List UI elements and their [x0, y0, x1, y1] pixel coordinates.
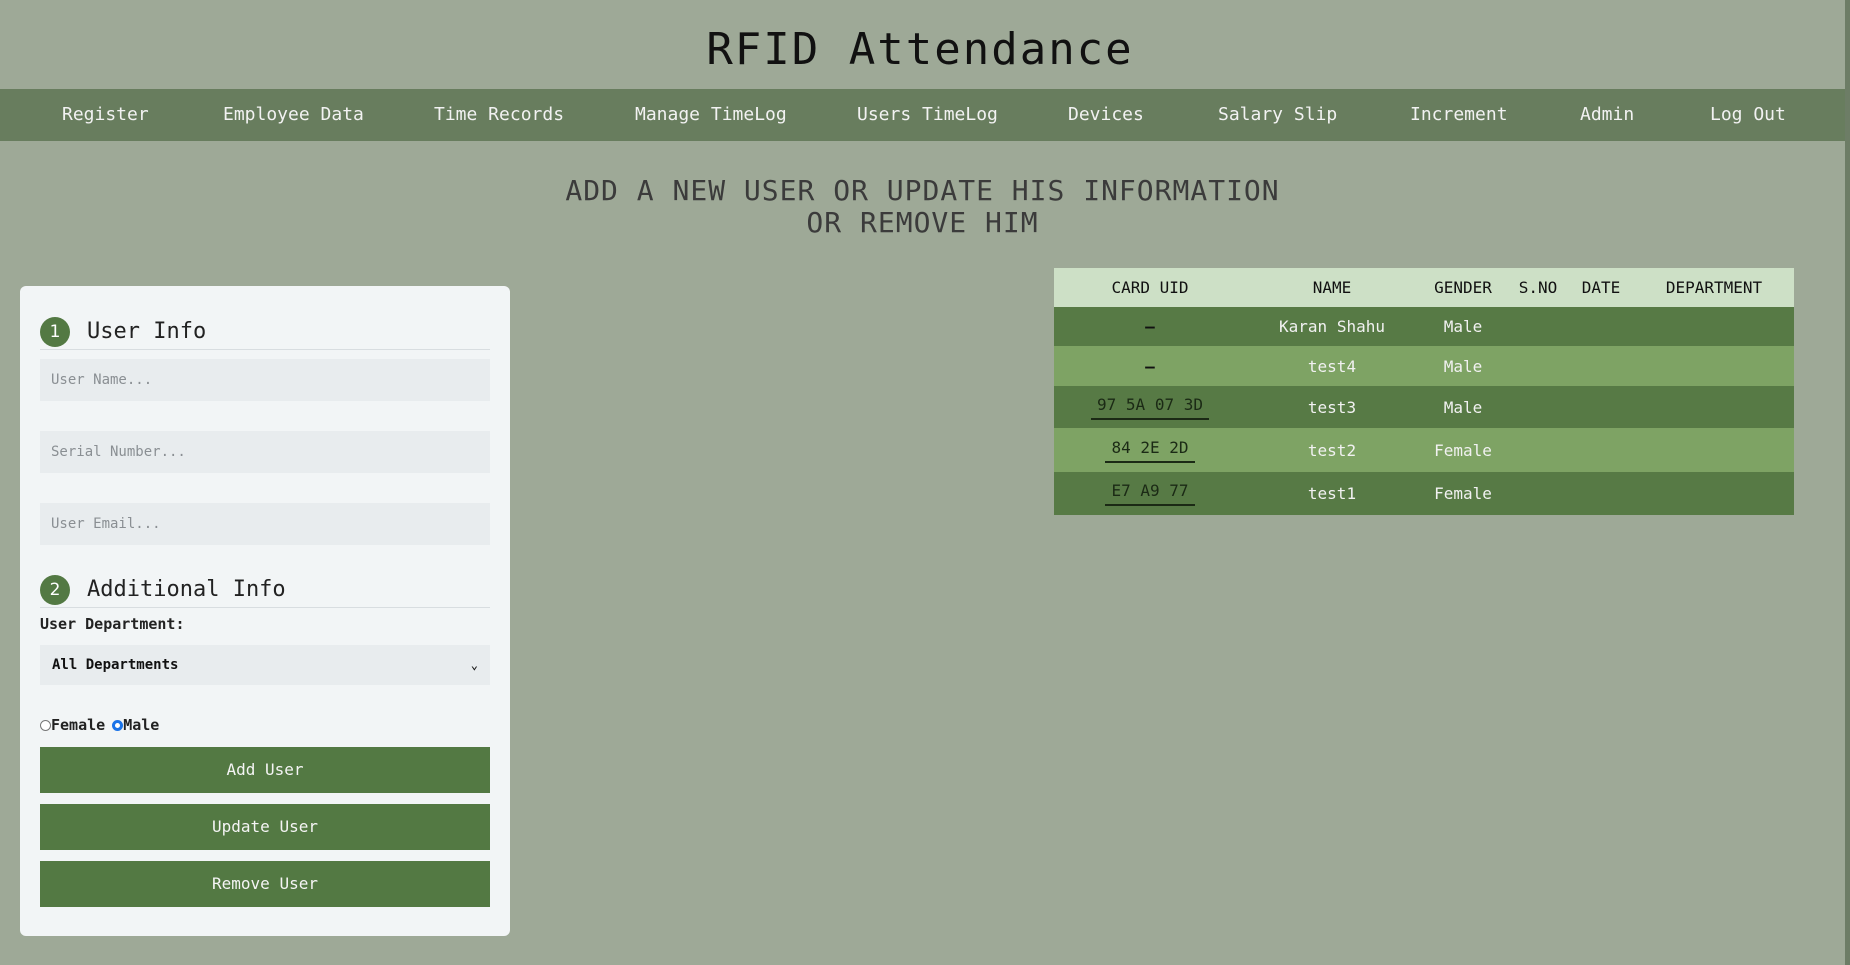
user-info-section-header: 1 User Info [40, 317, 490, 350]
gender-cell: Male [1418, 307, 1508, 346]
chevron-down-icon: ⌄ [470, 658, 478, 672]
gender-cell: Female [1418, 472, 1508, 515]
additional-info-section-header: 2 Additional Info [40, 575, 490, 608]
department-cell [1634, 428, 1794, 472]
nav-item-increment[interactable]: Increment [1410, 104, 1508, 125]
card-uid-cell: — [1054, 307, 1246, 346]
sno-cell [1508, 307, 1568, 346]
serial-number-input[interactable] [40, 431, 490, 473]
column-header-department: DEPARTMENT [1634, 268, 1794, 307]
department-cell [1634, 386, 1794, 428]
table-row[interactable]: — Karan Shahu Male [1054, 307, 1794, 346]
nav-item-register[interactable]: Register [62, 104, 149, 125]
department-selected-value: All Departments [52, 657, 179, 673]
card-uid-cell: E7 A9 77 [1054, 472, 1246, 515]
nav-item-manage-timelog[interactable]: Manage TimeLog [635, 104, 787, 125]
nav-item-salary-slip[interactable]: Salary Slip [1218, 104, 1337, 125]
user-email-input[interactable] [40, 503, 490, 545]
nav-item-admin[interactable]: Admin [1580, 104, 1634, 125]
gender-male-label: Male [123, 716, 160, 734]
nav-item-users-timelog[interactable]: Users TimeLog [857, 104, 998, 125]
name-cell: test3 [1246, 386, 1418, 428]
column-header-sno: S.NO [1508, 268, 1568, 307]
date-cell [1568, 307, 1634, 346]
card-uid-value: 97 5A 07 3D [1091, 395, 1209, 420]
date-cell [1568, 386, 1634, 428]
table-row[interactable]: — test4 Male [1054, 346, 1794, 386]
main-navbar: Register Employee Data Time Records Mana… [0, 89, 1845, 141]
department-label: User Department: [40, 615, 185, 633]
column-header-card-uid: CARD UID [1054, 268, 1246, 307]
gender-cell: Male [1418, 386, 1508, 428]
nav-item-devices[interactable]: Devices [1068, 104, 1144, 125]
page: RFID Attendance Register Employee Data T… [0, 0, 1850, 965]
date-cell [1568, 346, 1634, 386]
card-uid-value: E7 A9 77 [1105, 481, 1195, 506]
nav-item-time-records[interactable]: Time Records [434, 104, 564, 125]
name-cell: test4 [1246, 346, 1418, 386]
sno-cell [1508, 428, 1568, 472]
name-cell: Karan Shahu [1246, 307, 1418, 346]
card-uid-value: 84 2E 2D [1105, 438, 1195, 463]
name-cell: test1 [1246, 472, 1418, 515]
nav-item-logout[interactable]: Log Out [1710, 104, 1786, 125]
page-heading: ADD A NEW USER OR UPDATE HIS INFORMATION… [0, 175, 1845, 239]
department-cell [1634, 472, 1794, 515]
date-cell [1568, 428, 1634, 472]
gender-radio-group: Female Male [40, 716, 159, 734]
table-row[interactable]: 97 5A 07 3D test3 Male [1054, 386, 1794, 428]
gender-cell: Male [1418, 346, 1508, 386]
card-uid-cell: — [1054, 346, 1246, 386]
app-title: RFID Attendance [706, 24, 1134, 75]
card-uid-cell: 97 5A 07 3D [1054, 386, 1246, 428]
name-cell: test2 [1246, 428, 1418, 472]
department-select[interactable]: All Departments ⌄ [40, 645, 490, 685]
page-heading-line1: ADD A NEW USER OR UPDATE HIS INFORMATION [565, 174, 1280, 207]
sno-cell [1508, 386, 1568, 428]
step-badge-1: 1 [40, 317, 70, 347]
date-cell [1568, 472, 1634, 515]
users-table: CARD UID NAME GENDER S.NO DATE DEPARTMEN… [1054, 268, 1794, 515]
gender-male-radio[interactable] [112, 719, 124, 731]
card-uid-value: — [1145, 317, 1155, 336]
department-cell [1634, 307, 1794, 346]
user-name-input[interactable] [40, 359, 490, 401]
table-row[interactable]: 84 2E 2D test2 Female [1054, 428, 1794, 472]
table-header-row: CARD UID NAME GENDER S.NO DATE DEPARTMEN… [1054, 268, 1794, 307]
user-info-title: User Info [87, 319, 207, 344]
remove-user-button[interactable]: Remove User [40, 861, 490, 907]
column-header-name: NAME [1246, 268, 1418, 307]
gender-female-label: Female [51, 716, 106, 734]
add-user-button[interactable]: Add User [40, 747, 490, 793]
additional-info-title: Additional Info [87, 577, 286, 602]
page-heading-line2: OR REMOVE HIM [806, 206, 1039, 239]
sno-cell [1508, 472, 1568, 515]
card-uid-cell: 84 2E 2D [1054, 428, 1246, 472]
gender-female-radio[interactable] [40, 719, 51, 731]
card-uid-value: — [1145, 356, 1155, 376]
update-user-button[interactable]: Update User [40, 804, 490, 850]
page-scrollbar[interactable] [1845, 0, 1850, 965]
column-header-date: DATE [1568, 268, 1634, 307]
department-cell [1634, 346, 1794, 386]
user-form-card: 1 User Info 2 Additional Info User Depar… [20, 286, 510, 936]
nav-item-employee-data[interactable]: Employee Data [223, 104, 364, 125]
table-row[interactable]: E7 A9 77 test1 Female [1054, 472, 1794, 515]
step-badge-2: 2 [40, 575, 70, 605]
gender-cell: Female [1418, 428, 1508, 472]
column-header-gender: GENDER [1418, 268, 1508, 307]
sno-cell [1508, 346, 1568, 386]
